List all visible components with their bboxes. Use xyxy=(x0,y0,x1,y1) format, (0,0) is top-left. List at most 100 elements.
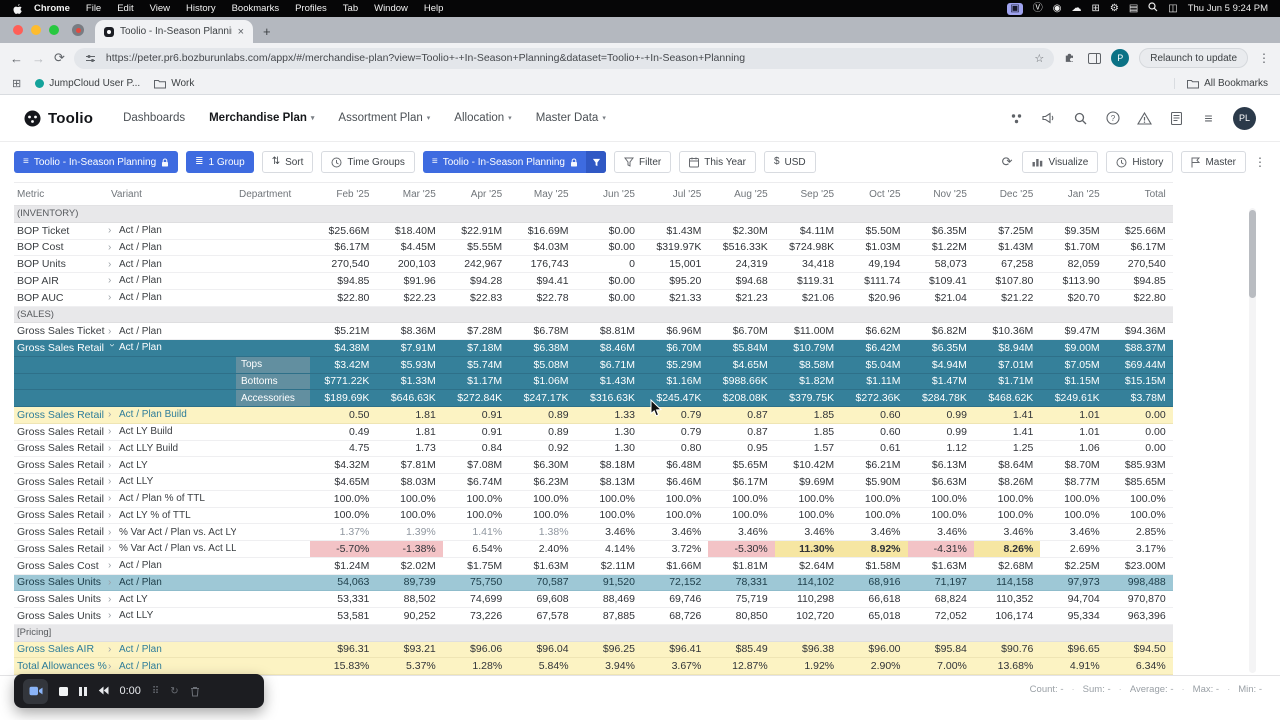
value-cell[interactable]: $6.82M xyxy=(908,323,974,339)
value-cell[interactable]: $6.70M xyxy=(708,323,774,339)
value-cell[interactable]: 3.46% xyxy=(1040,524,1106,540)
value-cell[interactable]: $6.17M xyxy=(708,474,774,490)
menu-item-window[interactable]: Window xyxy=(366,3,416,14)
value-cell[interactable]: 15,001 xyxy=(642,256,708,272)
value-cell[interactable]: 1.85 xyxy=(775,424,841,440)
value-cell[interactable]: $1.66M xyxy=(642,558,708,574)
dataset-selector-button[interactable]: ≡ Toolio - In-Season Planning xyxy=(422,151,606,173)
value-cell[interactable]: 200,103 xyxy=(376,256,442,272)
value-cell[interactable]: 270,540 xyxy=(310,256,376,272)
value-cell[interactable]: 6.54% xyxy=(443,541,509,557)
expand-chevron-icon[interactable]: › xyxy=(108,460,116,471)
value-cell[interactable]: $5.29M xyxy=(642,357,708,373)
value-cell[interactable]: 242,967 xyxy=(443,256,509,272)
main-menu-icon[interactable]: ≡ xyxy=(1201,110,1216,126)
value-cell[interactable]: $5.21M xyxy=(310,323,376,339)
value-cell[interactable]: 67,258 xyxy=(974,256,1040,272)
value-cell[interactable]: 75,750 xyxy=(443,575,509,591)
value-cell[interactable]: 3.46% xyxy=(775,524,841,540)
value-cell[interactable]: $96.65 xyxy=(1040,642,1106,658)
value-cell[interactable]: $7.01M xyxy=(974,357,1040,373)
menu-item-profiles[interactable]: Profiles xyxy=(287,3,335,14)
value-cell[interactable]: 3.46% xyxy=(841,524,907,540)
value-cell[interactable]: 69,746 xyxy=(642,591,708,607)
value-cell[interactable]: 1.41 xyxy=(974,407,1040,423)
value-cell[interactable]: 91,520 xyxy=(576,575,642,591)
tab-close-icon[interactable]: × xyxy=(238,26,244,38)
value-cell[interactable]: $93.21 xyxy=(376,642,442,658)
value-cell[interactable]: $1.82M xyxy=(775,374,841,390)
value-cell[interactable]: -5.30% xyxy=(708,541,775,557)
value-cell[interactable]: 0.91 xyxy=(443,424,509,440)
table-row[interactable]: Gross Sales Units › Act LY 53,331 88,502 74,6… xyxy=(14,591,1173,608)
value-cell[interactable]: $4.38M xyxy=(310,340,376,356)
apps-grid-icon[interactable]: ⊞ xyxy=(12,77,21,90)
apps-dots-icon[interactable] xyxy=(1009,111,1024,126)
column-header-8[interactable]: Jul '25 xyxy=(642,189,708,200)
value-cell[interactable]: $22.78 xyxy=(509,290,575,306)
value-cell[interactable]: $6.96M xyxy=(642,323,708,339)
value-cell[interactable]: 0.50 xyxy=(310,407,376,423)
search-icon[interactable] xyxy=(1073,111,1088,126)
column-header-13[interactable]: Dec '25 xyxy=(974,189,1040,200)
value-cell[interactable]: $6.21M xyxy=(841,457,907,473)
value-cell[interactable]: $1.03M xyxy=(841,240,907,256)
value-cell[interactable]: 100.0% xyxy=(708,491,774,507)
value-cell[interactable]: $8.64M xyxy=(974,457,1040,473)
value-cell[interactable]: $284.78K xyxy=(908,390,974,406)
relaunch-update-button[interactable]: Relaunch to update xyxy=(1139,48,1248,68)
value-cell[interactable]: -1.38% xyxy=(376,541,443,557)
value-cell[interactable]: 69,608 xyxy=(509,591,575,607)
value-cell[interactable]: $85.65M xyxy=(1107,474,1173,490)
value-cell[interactable]: 100.0% xyxy=(775,508,841,524)
value-cell[interactable]: 100.0% xyxy=(908,508,974,524)
nav-allocation[interactable]: Allocation ▾ xyxy=(454,112,511,124)
value-cell[interactable]: $1.75M xyxy=(443,558,509,574)
value-cell[interactable]: 963,396 xyxy=(1107,608,1173,624)
value-cell[interactable]: $6.13M xyxy=(908,457,974,473)
browser-menu-icon[interactable]: ⋮ xyxy=(1258,51,1270,65)
value-cell[interactable]: $16.69M xyxy=(509,223,575,239)
value-cell[interactable]: $107.80 xyxy=(974,273,1040,289)
value-cell[interactable]: 106,174 xyxy=(974,608,1040,624)
value-cell[interactable]: $646.63K xyxy=(376,390,442,406)
value-cell[interactable]: $1.43M xyxy=(974,240,1040,256)
browser-profile-avatar[interactable]: P xyxy=(1111,49,1130,67)
value-cell[interactable]: 0.99 xyxy=(908,407,974,423)
table-row[interactable]: Gross Sales Retail › Act LY $4.32M $7.81M $7.… xyxy=(14,457,1173,474)
value-cell[interactable]: 75,719 xyxy=(708,591,774,607)
value-cell[interactable]: 270,540 xyxy=(1107,256,1173,272)
history-button[interactable]: History xyxy=(1106,151,1174,173)
value-cell[interactable]: 1.37% xyxy=(310,524,376,540)
value-cell[interactable]: 100.0% xyxy=(376,491,442,507)
value-cell[interactable]: $8.26M xyxy=(974,474,1040,490)
value-cell[interactable]: 100.0% xyxy=(1107,491,1173,507)
table-row[interactable]: Gross Sales Retail › Act / Plan Build 0.50 1… xyxy=(14,407,1173,424)
value-cell[interactable]: 2.85% xyxy=(1107,524,1173,540)
toolbar-more-icon[interactable]: ⋮ xyxy=(1254,155,1266,169)
value-cell[interactable]: 102,720 xyxy=(775,608,841,624)
value-cell[interactable]: $6.35M xyxy=(908,223,974,239)
expand-chevron-icon[interactable]: › xyxy=(108,560,116,571)
table-row[interactable]: Accessories $189.69K $646.63K $272.84K $247.… xyxy=(14,390,1173,407)
expand-chevron-icon[interactable]: › xyxy=(108,661,116,672)
value-cell[interactable]: $208.08K xyxy=(708,390,774,406)
value-cell[interactable]: $25.66M xyxy=(310,223,376,239)
value-cell[interactable]: 110,298 xyxy=(775,591,841,607)
value-cell[interactable]: $1.17M xyxy=(443,374,509,390)
value-cell[interactable]: $9.69M xyxy=(775,474,841,490)
value-cell[interactable]: $249.61K xyxy=(1040,390,1106,406)
grid-status-icon[interactable]: ⊞ xyxy=(1091,3,1099,14)
value-cell[interactable]: 80,850 xyxy=(708,608,774,624)
value-cell[interactable]: $1.70M xyxy=(1040,240,1106,256)
value-cell[interactable]: $22.83 xyxy=(443,290,509,306)
value-cell[interactable]: $6.38M xyxy=(509,340,575,356)
expand-chevron-icon[interactable]: › xyxy=(108,510,116,521)
value-cell[interactable]: $4.65M xyxy=(310,474,376,490)
pause-recording-button[interactable] xyxy=(79,686,87,696)
table-row[interactable]: Gross Sales Retail › Act LLY $4.65M $8.03M $6… xyxy=(14,474,1173,491)
value-cell[interactable]: 3.46% xyxy=(908,524,974,540)
bookmark-jumpcloud[interactable]: JumpCloud User P... xyxy=(35,78,140,89)
expand-chevron-icon[interactable]: › xyxy=(108,543,116,554)
visualize-button[interactable]: Visualize xyxy=(1022,151,1099,173)
